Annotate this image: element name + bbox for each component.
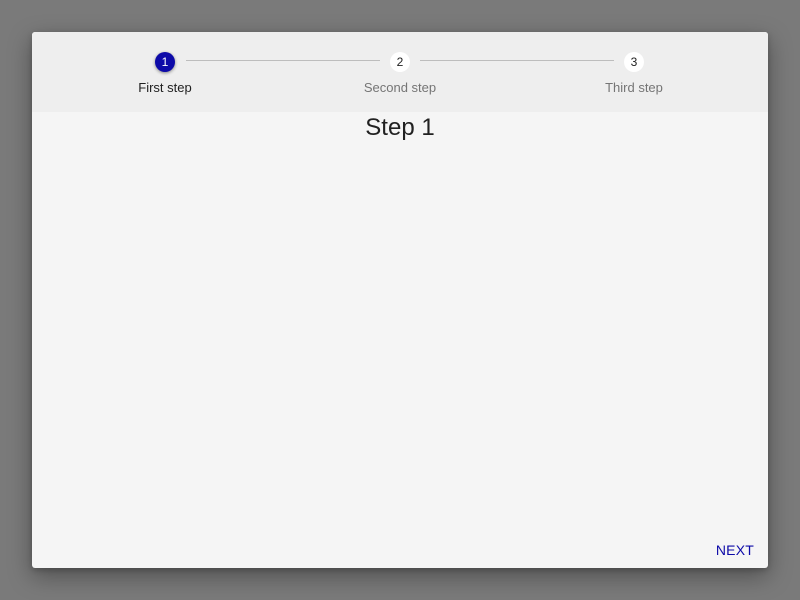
- step-1[interactable]: 1 First step: [95, 32, 235, 112]
- stepper-header: 1 First step 2 Second step 3 Third step: [32, 32, 768, 112]
- next-button[interactable]: NEXT: [714, 538, 756, 562]
- step-content-title: Step 1: [365, 114, 435, 141]
- step-3-number-icon: 3: [624, 52, 644, 72]
- step-3[interactable]: 3 Third step: [564, 32, 704, 112]
- step-2-number-icon: 2: [390, 52, 410, 72]
- step-1-label: First step: [138, 80, 192, 95]
- step-3-label: Third step: [605, 80, 663, 95]
- step-2-label: Second step: [363, 80, 437, 95]
- step-1-number-icon: 1: [155, 52, 175, 72]
- step-2[interactable]: 2 Second step: [330, 32, 470, 112]
- stepper-dialog: 1 First step 2 Second step 3 Third step …: [32, 32, 768, 568]
